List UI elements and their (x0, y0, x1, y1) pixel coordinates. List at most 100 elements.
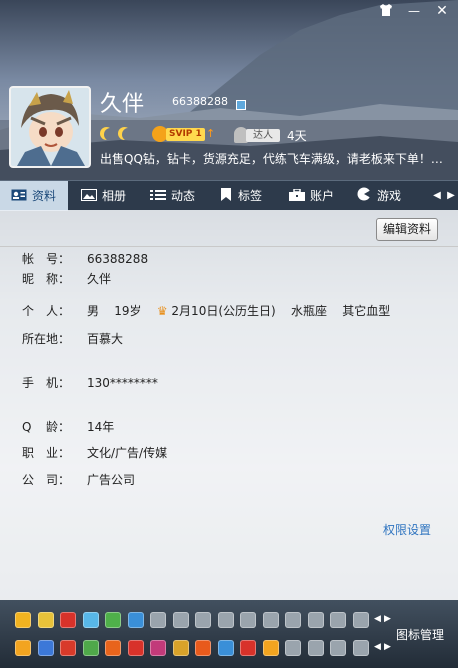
service-badge-icon[interactable] (172, 612, 189, 628)
field-label: 机： (45, 376, 70, 390)
album-icon (81, 182, 97, 201)
tab-label: 资料 (32, 189, 57, 203)
up-arrow-icon: ↑ (206, 127, 216, 140)
daren-label: 达人 (246, 129, 280, 142)
badge-row: SVIP 1 ↑ 达人 4天 (100, 125, 450, 145)
icon-bar (0, 600, 458, 668)
service-badge-icon[interactable] (60, 612, 76, 628)
profile-panel (0, 210, 458, 600)
field-phone: 手机： 130******** (22, 375, 262, 391)
field-label: Q (22, 420, 32, 434)
service-badge-icon[interactable] (262, 612, 279, 628)
service-badge-icon[interactable] (172, 640, 189, 656)
moon-level-icon[interactable] (104, 128, 117, 141)
field-label: 称： (45, 272, 70, 286)
field-label: 司： (45, 473, 70, 487)
minimize-button[interactable]: — (406, 4, 422, 18)
service-badge-icon[interactable] (330, 640, 346, 656)
signature[interactable]: 出售QQ钻，钻卡，货源充足，代练飞车满级，请老板来下单！… (100, 150, 452, 167)
service-badge-icon[interactable] (285, 612, 301, 628)
gender: 男 (87, 304, 100, 318)
service-badge-icon[interactable] (307, 612, 324, 628)
field-location: 所在地： 百慕大 (22, 331, 262, 347)
profile-window: — ✕ 久伴 66388288 SVIP 1 ↑ 达人 4天 出售QQ钻，钻卡，… (0, 0, 458, 668)
service-badge-icon[interactable] (330, 612, 346, 628)
service-badge-icon[interactable] (150, 640, 166, 656)
field-personal: 个人： 男 19岁 ♛ 2月10日(公历生日) 水瓶座 其它血型 (22, 303, 442, 319)
close-button[interactable]: ✕ (434, 4, 450, 18)
icons-next-icon[interactable]: ▶ (384, 642, 391, 652)
field-nickname: 昵称： 久伴 (22, 271, 262, 287)
service-badge-icon[interactable] (37, 640, 54, 656)
service-badge-icon[interactable] (262, 640, 279, 656)
service-badge-icon[interactable] (352, 612, 369, 628)
qr-code-icon[interactable] (236, 100, 246, 110)
service-badge-icon[interactable] (105, 612, 121, 628)
age: 19岁 (114, 304, 142, 318)
tab-label: 相册 (102, 189, 127, 203)
tab-account[interactable]: 账户 (289, 181, 334, 211)
field-company: 公司： 广告公司 (22, 472, 262, 488)
moon-level-icon[interactable] (122, 128, 135, 141)
icons-prev-icon[interactable]: ◀ (374, 642, 381, 652)
birthday-crown-icon: ♛ (156, 304, 168, 318)
service-badge-icon[interactable] (127, 640, 144, 656)
field-label: 所在地： (22, 332, 71, 346)
edit-profile-button[interactable]: 编辑资料 (376, 218, 438, 241)
service-badge-icon[interactable] (217, 612, 234, 628)
nickname: 久伴 (100, 92, 145, 117)
field-value: 文化/广告/传媒 (87, 446, 168, 460)
field-label: 职 (22, 446, 35, 460)
tab-album[interactable]: 相册 (81, 181, 126, 211)
field-account: 帐号： 66388288 (22, 251, 262, 267)
icons-next-icon[interactable]: ▶ (384, 614, 391, 624)
service-badge-icon[interactable] (307, 640, 324, 656)
daren-days: 4天 (287, 129, 307, 143)
field-job: 职业： 文化/广告/传媒 (22, 445, 262, 461)
service-badge-icon[interactable] (82, 612, 99, 628)
service-badge-icon[interactable] (82, 640, 99, 656)
tab-scroll-right-icon[interactable]: ▶ (446, 181, 456, 211)
tab-profile[interactable]: 资料 (0, 181, 68, 211)
service-badge-icon[interactable] (37, 612, 54, 628)
tab-feed[interactable]: 动态 (150, 181, 195, 211)
field-label: 龄： (45, 420, 70, 434)
briefcase-icon (289, 182, 305, 201)
service-badge-icon[interactable] (240, 612, 256, 628)
daren-badge[interactable]: 达人 (234, 127, 282, 143)
svip-badge[interactable]: SVIP 1 ↑ (152, 125, 216, 143)
service-badge-icon[interactable] (352, 640, 369, 656)
service-badge-icon[interactable] (240, 640, 256, 656)
tab-game[interactable]: 游戏 (356, 181, 401, 211)
tab-label: 标签 (238, 189, 263, 203)
service-badge-icon[interactable] (195, 640, 211, 656)
service-badge-icon[interactable] (150, 612, 166, 628)
svip-label: SVIP 1 (166, 128, 205, 141)
tab-bar: 资料 相册 动态 标签 账户 游戏 ◀ ▶ (0, 180, 458, 211)
service-badge-icon[interactable] (105, 640, 121, 656)
field-value: 广告公司 (87, 473, 136, 487)
bookmark-icon (221, 182, 233, 201)
service-badge-icon[interactable] (217, 640, 234, 656)
field-value: 久伴 (87, 272, 112, 286)
field-value: 66388288 (87, 252, 149, 266)
service-badge-icon[interactable] (60, 640, 76, 656)
blood-type: 其它血型 (342, 304, 391, 318)
skin-icon[interactable] (378, 4, 394, 18)
permission-settings-link[interactable]: 权限设置 (383, 521, 431, 538)
service-badge-icon[interactable] (127, 612, 144, 628)
tab-tags[interactable]: 标签 (221, 181, 262, 211)
field-qq-age: Q 龄： 14年 (22, 419, 262, 435)
field-value: 百慕大 (87, 332, 124, 346)
service-badge-icon[interactable] (15, 640, 31, 656)
service-badge-icon[interactable] (285, 640, 301, 656)
field-value: 14年 (87, 420, 115, 434)
icons-prev-icon[interactable]: ◀ (374, 614, 381, 624)
service-badge-icon[interactable] (15, 612, 31, 628)
icon-manager-link[interactable]: 图标管理 (396, 626, 444, 643)
service-badge-icon[interactable] (195, 612, 211, 628)
avatar[interactable] (9, 86, 91, 168)
tab-label: 动态 (171, 189, 196, 203)
field-label: 业： (45, 446, 70, 460)
tab-scroll-left-icon[interactable]: ◀ (432, 181, 442, 211)
